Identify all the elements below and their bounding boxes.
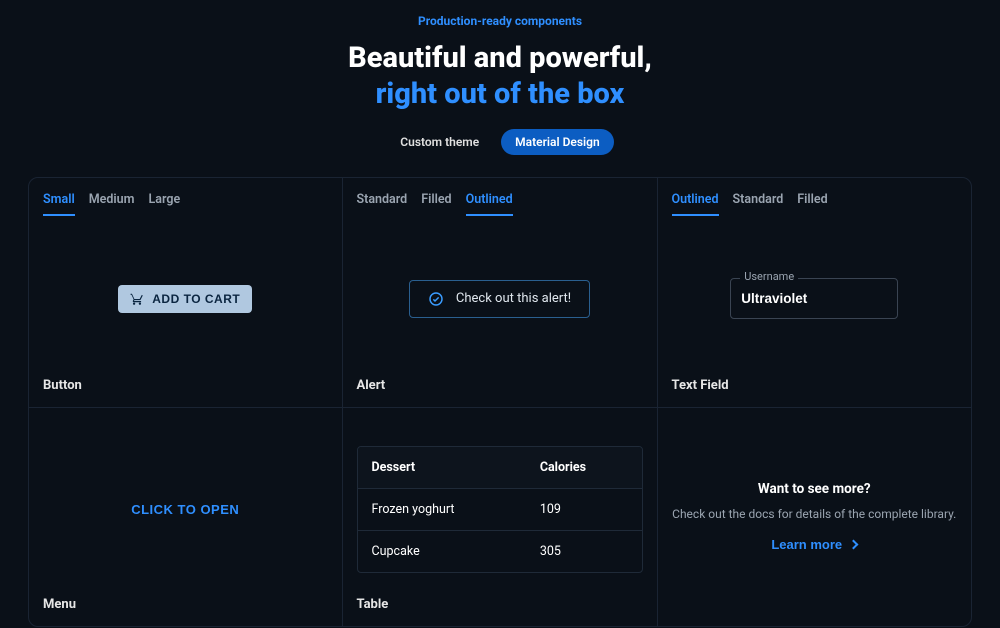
- more-subtitle: Check out the docs for details of the co…: [672, 505, 956, 524]
- tab-filled[interactable]: Filled: [421, 192, 451, 216]
- table-row: Frozen yoghurt 109: [358, 489, 642, 531]
- chevron-right-icon: [849, 540, 859, 550]
- showcase-grid: Small Medium Large ADD TO CART Button St…: [28, 177, 972, 627]
- overline: Production-ready components: [0, 14, 1000, 28]
- card-table-label: Table: [357, 597, 643, 612]
- tab-standard[interactable]: Standard: [357, 192, 408, 216]
- tab-small[interactable]: Small: [43, 192, 75, 216]
- add-to-cart-button[interactable]: ADD TO CART: [118, 285, 252, 313]
- check-circle-icon: [428, 291, 444, 307]
- td-calories: 109: [526, 489, 642, 530]
- tab-large[interactable]: Large: [149, 192, 181, 216]
- alert-text: Check out this alert!: [456, 291, 571, 306]
- tab-tf-standard[interactable]: Standard: [733, 192, 784, 216]
- card-button-label: Button: [43, 378, 328, 393]
- td-dessert: Cupcake: [358, 531, 526, 572]
- tab-outlined[interactable]: Outlined: [466, 192, 513, 216]
- username-label: Username: [740, 270, 798, 283]
- card-more: Want to see more? Check out the docs for…: [658, 408, 972, 626]
- click-to-open-button[interactable]: CLICK TO OPEN: [131, 502, 239, 517]
- table-row: Cupcake 305: [358, 531, 642, 572]
- title-line2: right out of the box: [0, 76, 1000, 112]
- username-input[interactable]: [730, 278, 898, 319]
- chip-custom-theme[interactable]: Custom theme: [386, 129, 493, 155]
- card-menu: CLICK TO OPEN Menu: [29, 408, 343, 626]
- learn-more-label: Learn more: [771, 537, 842, 552]
- alert-outlined: Check out this alert!: [409, 280, 590, 318]
- learn-more-button[interactable]: Learn more: [771, 537, 857, 552]
- td-calories: 305: [526, 531, 642, 572]
- card-table: Dessert Calories Frozen yoghurt 109 Cupc…: [343, 408, 658, 626]
- td-dessert: Frozen yoghurt: [358, 489, 526, 530]
- chip-material-design[interactable]: Material Design: [501, 129, 614, 155]
- card-textfield-label: Text Field: [672, 378, 958, 393]
- card-alert: Standard Filled Outlined Check out this …: [343, 178, 658, 408]
- textfield-wrap: Username: [730, 278, 898, 319]
- card-button: Small Medium Large ADD TO CART Button: [29, 178, 343, 408]
- page-title: Beautiful and powerful, right out of the…: [0, 40, 1000, 113]
- th-dessert: Dessert: [358, 447, 526, 488]
- add-to-cart-label: ADD TO CART: [152, 292, 240, 306]
- more-title: Want to see more?: [758, 481, 871, 497]
- dessert-table: Dessert Calories Frozen yoghurt 109 Cupc…: [357, 446, 643, 573]
- th-calories: Calories: [526, 447, 642, 488]
- title-line1: Beautiful and powerful,: [0, 40, 1000, 76]
- card-textfield: Outlined Standard Filled Username Text F…: [658, 178, 972, 408]
- card-alert-label: Alert: [357, 378, 643, 393]
- card-menu-label: Menu: [43, 597, 328, 612]
- cart-icon: [130, 292, 144, 306]
- tab-tf-filled[interactable]: Filled: [797, 192, 827, 216]
- tab-tf-outlined[interactable]: Outlined: [672, 192, 719, 216]
- tab-medium[interactable]: Medium: [89, 192, 135, 216]
